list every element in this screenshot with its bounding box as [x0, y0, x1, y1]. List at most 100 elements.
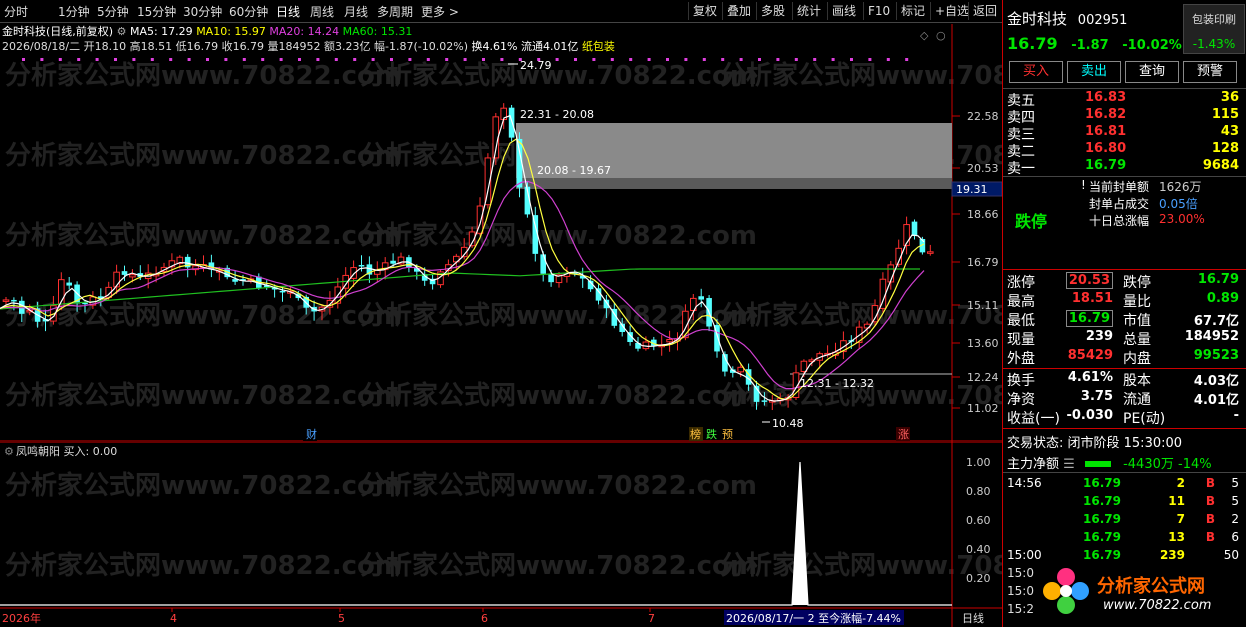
signal-dot — [482, 58, 485, 61]
ask-volume: 9684 — [1202, 158, 1239, 173]
tab-fenshi[interactable]: 分时 — [4, 3, 28, 20]
stats-button[interactable]: 统计 — [792, 2, 825, 20]
mark-button[interactable]: 标记 — [896, 2, 929, 20]
tab-daily[interactable]: 日线 — [276, 3, 300, 20]
diamond-icon[interactable]: ◇ — [920, 29, 929, 42]
price-tick: 18.66 — [967, 208, 999, 221]
ask-row[interactable]: 卖一 16.79 9684 — [1007, 158, 1243, 177]
net-flow-label: 主力净额 — [1007, 457, 1060, 472]
stat-row: 最高 18.51 量比 0.89 — [1007, 291, 1243, 310]
ask-volume: 128 — [1211, 141, 1239, 156]
date-tooltip: 2026/08/17/一 2 至今涨幅-7.44% — [726, 611, 901, 625]
stat-value: 67.7亿 — [1193, 314, 1239, 329]
tick-time-extra: 15:2 — [1007, 602, 1034, 616]
signal-dot — [868, 58, 872, 61]
signal-dot — [794, 58, 798, 61]
stat-key: 最高 — [1007, 294, 1035, 310]
stat-value: 4.61% — [1067, 370, 1113, 385]
stat-row: 最低 16.79 市值 67.7亿 — [1007, 310, 1243, 329]
stat-row: 净资 3.75 流通 4.01亿 — [1007, 389, 1243, 408]
tag-zhang[interactable]: 涨 — [898, 428, 909, 441]
stat-key: 收益(一) — [1007, 411, 1060, 427]
stat-value: 85429 — [1067, 348, 1113, 363]
tab-5min[interactable]: 5分钟 — [97, 3, 129, 20]
ask-volume: 36 — [1220, 90, 1239, 105]
ask-row[interactable]: 卖二 16.80 128 — [1007, 141, 1243, 160]
net-flow-row: 主力净额 ☰ -4430万 -14% — [1007, 453, 1212, 472]
stat-value: 184952 — [1184, 329, 1239, 344]
tick-count: 6 — [1231, 530, 1239, 544]
stat-value: 18.51 — [1071, 291, 1113, 306]
chevron-right-icon: > — [448, 5, 459, 19]
signal-dot — [353, 58, 357, 61]
stat-key: 量比 — [1123, 294, 1151, 310]
tab-weekly[interactable]: 周线 — [310, 3, 334, 20]
stat-row: 现量 239 总量 184952 — [1007, 329, 1243, 348]
stat-value: - — [1233, 408, 1239, 423]
circle-icon[interactable]: ○ — [936, 29, 946, 42]
stat-key: 外盘 — [1007, 351, 1035, 367]
signal-dot — [316, 58, 320, 61]
candle-body — [11, 299, 17, 302]
tab-multi-period[interactable]: 多周期 — [377, 3, 413, 20]
kline-chart[interactable]: 24.79 22.31 - 20.08 20.08 - 19.67 12.31 … — [0, 24, 1002, 442]
tag-bang[interactable]: 榜 — [690, 427, 701, 441]
signal-dot — [850, 58, 853, 61]
signal-dot — [684, 58, 688, 61]
f10-button[interactable]: F10 — [863, 2, 894, 20]
tick-price: 16.79 — [1083, 476, 1121, 490]
signal-dot — [224, 58, 228, 61]
ask-row[interactable]: 卖三 16.81 43 — [1007, 124, 1243, 143]
net-flow-value: -4430万 — [1123, 457, 1174, 472]
ask-volume: 43 — [1220, 124, 1239, 139]
price-change-pct: -10.02% — [1122, 38, 1182, 53]
alert-button[interactable]: 预警 — [1183, 61, 1237, 83]
seal-key: 十日总涨幅 — [1089, 214, 1150, 228]
ask-row[interactable]: 卖四 16.82 115 — [1007, 107, 1243, 126]
sector-badge[interactable]: 包装印刷 -1.43% — [1183, 4, 1245, 54]
tag-die[interactable]: 跌 — [706, 427, 717, 441]
menu-icon[interactable]: ☰ — [1063, 457, 1075, 472]
seal-row: 十日总涨幅 23.00% — [1007, 212, 1243, 230]
indicator-tick: 0.20 — [966, 572, 991, 585]
stock-name: 金时科技 — [1007, 10, 1068, 28]
draw-button[interactable]: 画线 — [827, 2, 860, 20]
tick-count: 50 — [1223, 548, 1239, 562]
overlay-button[interactable]: 叠加 — [722, 2, 755, 20]
query-button[interactable]: 查询 — [1125, 61, 1179, 83]
price-tick: 16.79 — [967, 256, 999, 269]
signal-dot — [610, 58, 614, 61]
candle-body — [66, 282, 72, 286]
sell-button[interactable]: 卖出 — [1067, 61, 1121, 83]
indicator-settings-icon[interactable]: ⚙ — [4, 445, 14, 458]
stat-value: 16.79 — [1197, 272, 1239, 287]
fuquan-button[interactable]: 复权 — [688, 2, 721, 20]
tag-yu[interactable]: 预 — [722, 428, 733, 441]
multi-stock-button[interactable]: 多股 — [756, 2, 789, 20]
net-flow-pct: -14% — [1178, 457, 1212, 472]
date-tick: 7 — [648, 612, 655, 625]
tag-cai[interactable]: 财 — [306, 427, 317, 441]
tab-more[interactable]: 更多 > — [421, 3, 459, 20]
tab-1min[interactable]: 1分钟 — [58, 3, 90, 20]
tick-volume: 239 — [1159, 548, 1185, 562]
tick-row: 16.79 7 B 2 — [1007, 512, 1243, 530]
add-watchlist-button[interactable]: +自选 — [930, 2, 973, 20]
tab-30min[interactable]: 30分钟 — [183, 3, 222, 20]
tick-time: 14:56 — [1007, 476, 1042, 490]
candle-body — [358, 265, 365, 267]
indicator-chart[interactable]: ⚙ 凤鸣朝阳 买入: 0.00 1.00 0.80 0.60 0.40 0.20… — [0, 442, 1002, 627]
tick-price: 16.79 — [1083, 530, 1121, 544]
tick-time-extra: 15:0 — [1007, 566, 1034, 580]
seal-value: 0.05倍 — [1159, 197, 1198, 211]
tab-monthly[interactable]: 月线 — [344, 3, 368, 20]
ask-row[interactable]: 卖五 16.83 36 — [1007, 90, 1243, 109]
buy-button[interactable]: 买入 — [1009, 61, 1063, 83]
stat-key: 跌停 — [1123, 275, 1151, 291]
candle-body — [698, 296, 704, 300]
tab-60min[interactable]: 60分钟 — [229, 3, 268, 20]
trade-state: 交易状态: 闭市阶段 15:30:00 — [1007, 436, 1183, 451]
back-button[interactable]: 返回 — [968, 2, 1001, 20]
signal-dot — [886, 58, 890, 61]
tab-15min[interactable]: 15分钟 — [137, 3, 176, 20]
